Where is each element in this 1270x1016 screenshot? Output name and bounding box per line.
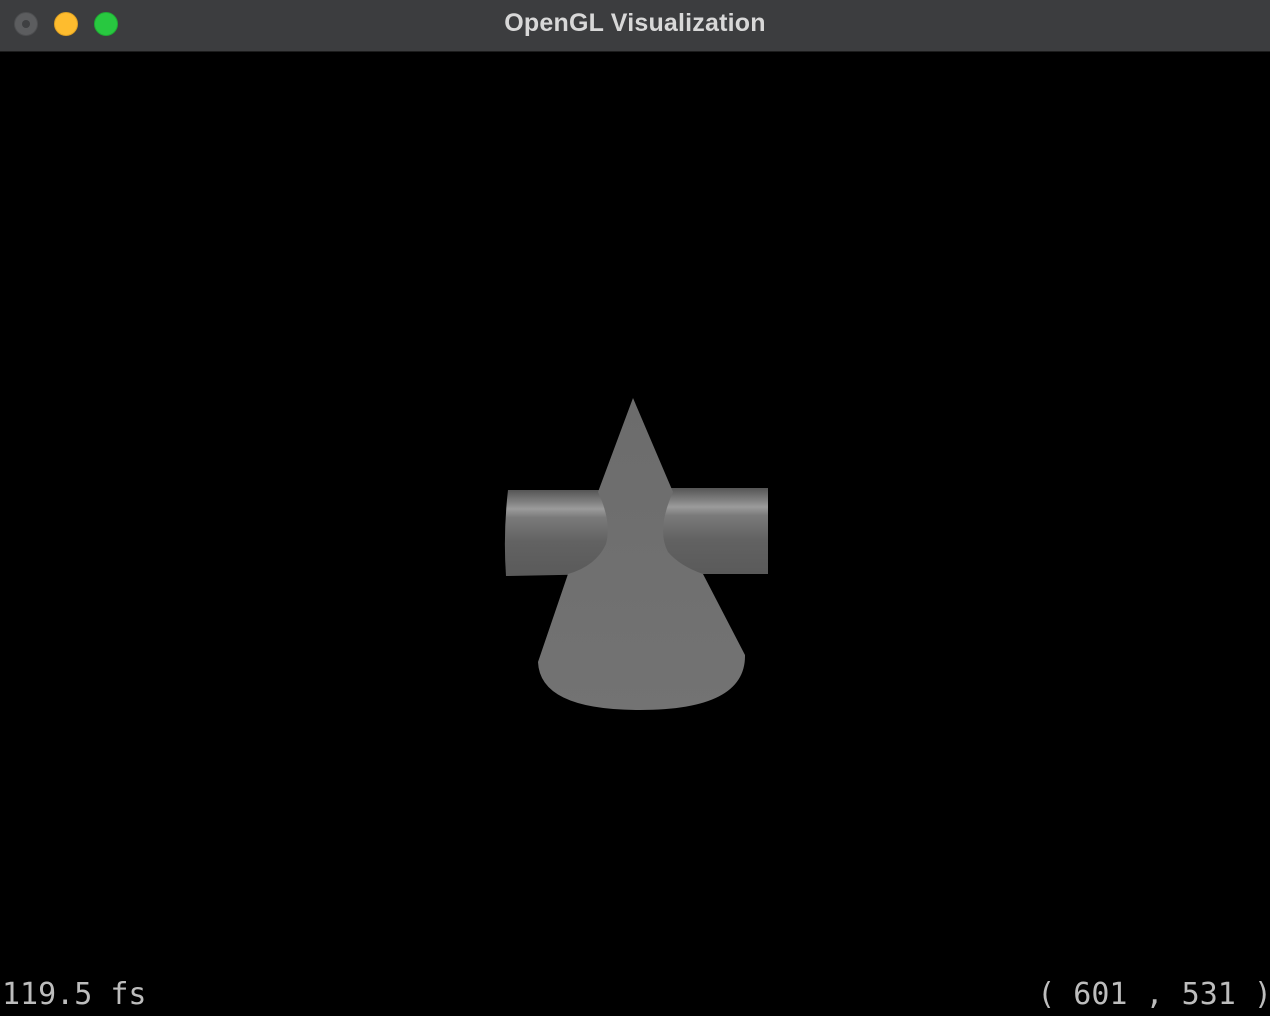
title-bar[interactable]: OpenGL Visualization bbox=[0, 0, 1270, 52]
app-window: OpenGL Visualization 119.5 fs (601 , 53… bbox=[0, 0, 1270, 1016]
rendered-scene bbox=[504, 398, 768, 710]
cursor-coordinates-readout: ( 601 , 531 ) bbox=[1037, 977, 1270, 1012]
window-title: OpenGL Visualization bbox=[504, 9, 766, 37]
opengl-viewport[interactable]: 119.5 fs ( 601 , 531 ) bbox=[0, 52, 1270, 1016]
frame-rate-readout: 119.5 fs bbox=[2, 977, 147, 1012]
